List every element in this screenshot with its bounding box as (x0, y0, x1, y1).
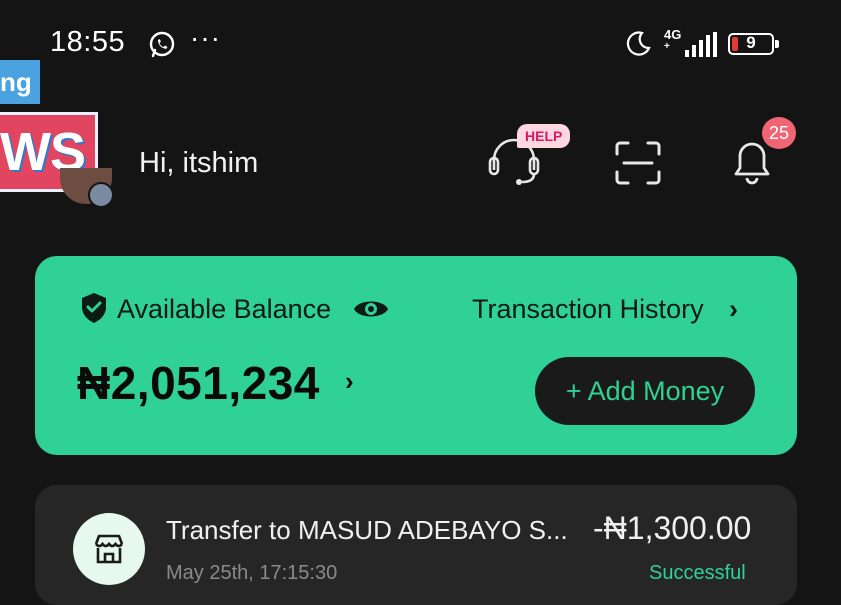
chevron-right-icon[interactable]: › (729, 294, 738, 325)
balance-amount: ₦2,051,234 (77, 357, 320, 409)
more-notifications-icon: ··· (190, 22, 221, 53)
greeting-text: Hi, itshim (139, 147, 259, 179)
transaction-amount: -₦1,300.00 (593, 510, 752, 546)
battery-icon: 9 (728, 33, 779, 55)
transaction-title: Transfer to MASUD ADEBAYO S... (166, 515, 568, 545)
scan-icon[interactable] (614, 140, 662, 186)
notification-badge: 25 (762, 117, 796, 149)
balance-card: Available Balance Transaction History › … (35, 256, 797, 455)
status-time: 18:55 (50, 26, 126, 58)
transaction-history-link[interactable]: Transaction History (472, 294, 704, 325)
transaction-date: May 25th, 17:15:30 (166, 562, 338, 584)
bell-icon[interactable] (732, 140, 772, 186)
eye-icon[interactable] (353, 296, 389, 322)
help-tag[interactable]: HELP (517, 124, 571, 148)
available-balance-label: Available Balance (117, 294, 332, 324)
status-bar: 18:55 ··· 4G + 9 (0, 0, 841, 90)
add-money-button[interactable]: + Add Money (535, 357, 755, 425)
overlay-sticker-top: ng (0, 60, 40, 104)
store-avatar (73, 513, 145, 585)
signal-icon (685, 32, 717, 57)
store-icon (94, 534, 124, 564)
moon-icon (626, 31, 651, 56)
battery-level: 9 (746, 33, 756, 52)
transaction-item[interactable]: Transfer to MASUD ADEBAYO S... -₦1,300.0… (35, 485, 797, 605)
whatsapp-icon (149, 31, 175, 58)
avatar-badge (88, 182, 114, 208)
transaction-status: Successful (649, 562, 746, 584)
network-type: 4G + (664, 27, 682, 52)
balance-chevron-icon[interactable]: › (345, 366, 354, 397)
shield-check-icon (82, 293, 106, 323)
